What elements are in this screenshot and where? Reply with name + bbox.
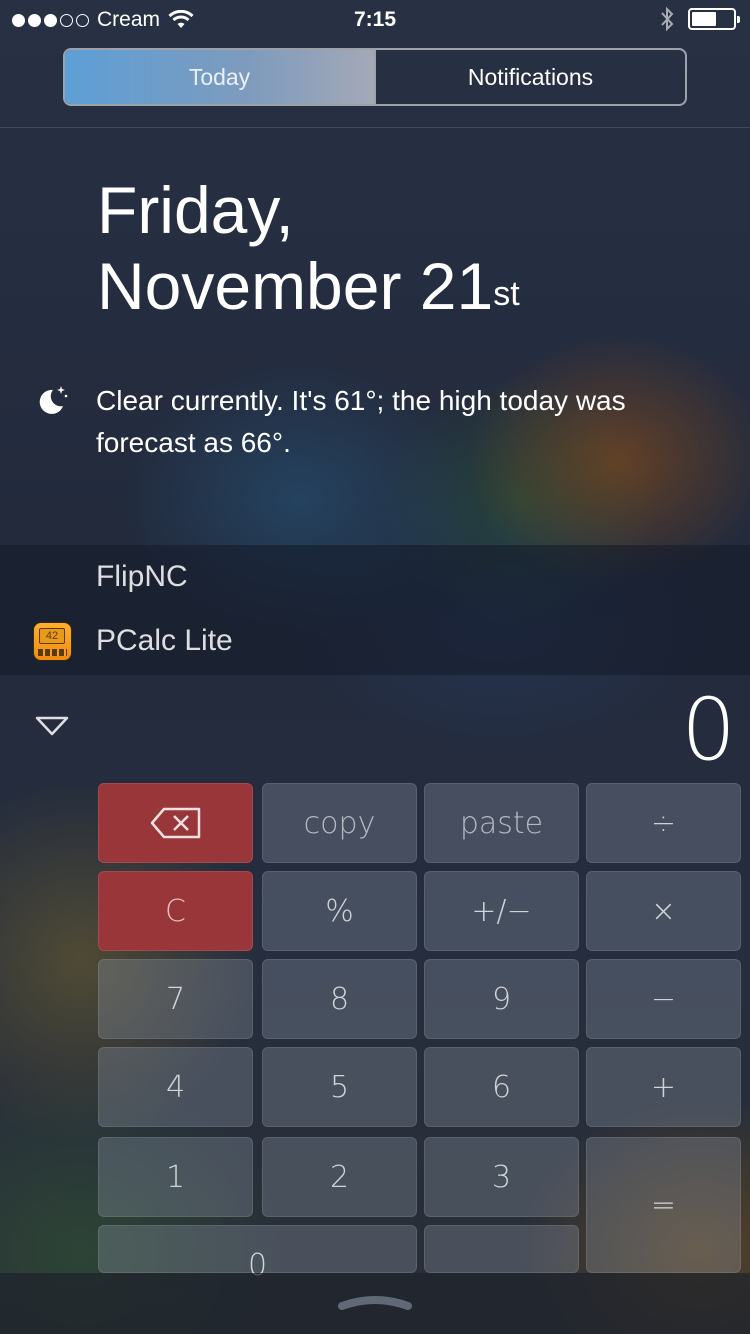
digit-3-key-label: 3 [491,1159,512,1195]
clear-key[interactable]: C [98,871,253,951]
plus-key[interactable]: + [586,1047,741,1127]
paste-key[interactable]: paste [424,783,579,863]
date-heading: Friday, November 21st [97,172,520,324]
digit-4-key-label: 4 [165,1069,186,1105]
today-notifications-switch: Today Notifications [63,48,687,106]
battery-icon [688,8,740,30]
tab-today[interactable]: Today [65,50,374,104]
calculator-display: 0 [681,680,736,780]
divide-key-label: ÷ [650,805,677,841]
divider [0,127,750,128]
equals-key-label: = [650,1187,677,1223]
moon-stars-icon [39,386,68,414]
digit-9-key-label: 9 [491,981,512,1017]
minus-key-label: − [650,981,677,1017]
status-bar: Cream 7:15 [0,0,750,40]
widget-title-flipnc[interactable]: FlipNC [96,560,188,594]
digit-4-key[interactable]: 4 [98,1047,253,1127]
pcalc-icon-display: 42 [39,628,65,644]
month-day-text: November 21 [97,249,494,323]
digit-6-key[interactable]: 6 [424,1047,579,1127]
multiply-key[interactable]: × [586,871,741,951]
digit-9-key[interactable]: 9 [424,959,579,1039]
backspace-key[interactable] [98,783,253,863]
minus-key[interactable]: − [586,959,741,1039]
weekday: Friday, [97,173,294,247]
equals-key[interactable]: = [586,1137,741,1273]
digit-3-key[interactable]: 3 [424,1137,579,1217]
multiply-key-label: × [650,893,677,929]
tab-notifications[interactable]: Notifications [374,50,685,104]
clear-key-label: C [165,893,186,929]
clock: 7:15 [353,8,397,31]
digit-0-key[interactable]: 0 [98,1225,417,1283]
copy-key-label: copy [303,805,376,841]
decimal-key[interactable] [424,1225,579,1273]
digit-2-key[interactable]: 2 [262,1137,417,1217]
digit-7-key[interactable]: 7 [98,959,253,1039]
bluetooth-icon [661,6,674,32]
sign-key-label: +/− [471,893,532,929]
digit-5-key-label: 5 [329,1069,350,1105]
sign-key[interactable]: +/− [424,871,579,951]
digit-1-key[interactable]: 1 [98,1137,253,1217]
grabber-icon[interactable] [338,1292,412,1312]
digit-7-key-label: 7 [165,981,186,1017]
pcalc-app-icon: 42 [33,622,72,661]
digit-5-key[interactable]: 5 [262,1047,417,1127]
month-day: November 21st [97,248,520,324]
paste-key-label: paste [459,805,544,841]
weather-summary: Clear currently. It's 61°; the high toda… [96,385,626,458]
digit-1-key-label: 1 [165,1159,186,1195]
backspace-icon [150,807,200,839]
copy-key[interactable]: copy [262,783,417,863]
percent-key-label: % [325,893,354,929]
plus-key-label: + [650,1069,677,1105]
digit-6-key-label: 6 [491,1069,512,1105]
digit-2-key-label: 2 [329,1159,350,1195]
status-right [660,6,740,32]
digit-8-key[interactable]: 8 [262,959,417,1039]
day-suffix: st [493,275,520,313]
triangle-down-icon[interactable] [34,714,70,738]
widget-title-pcalc[interactable]: PCalc Lite [96,624,233,658]
percent-key[interactable]: % [262,871,417,951]
digit-8-key-label: 8 [329,981,350,1017]
divide-key[interactable]: ÷ [586,783,741,863]
